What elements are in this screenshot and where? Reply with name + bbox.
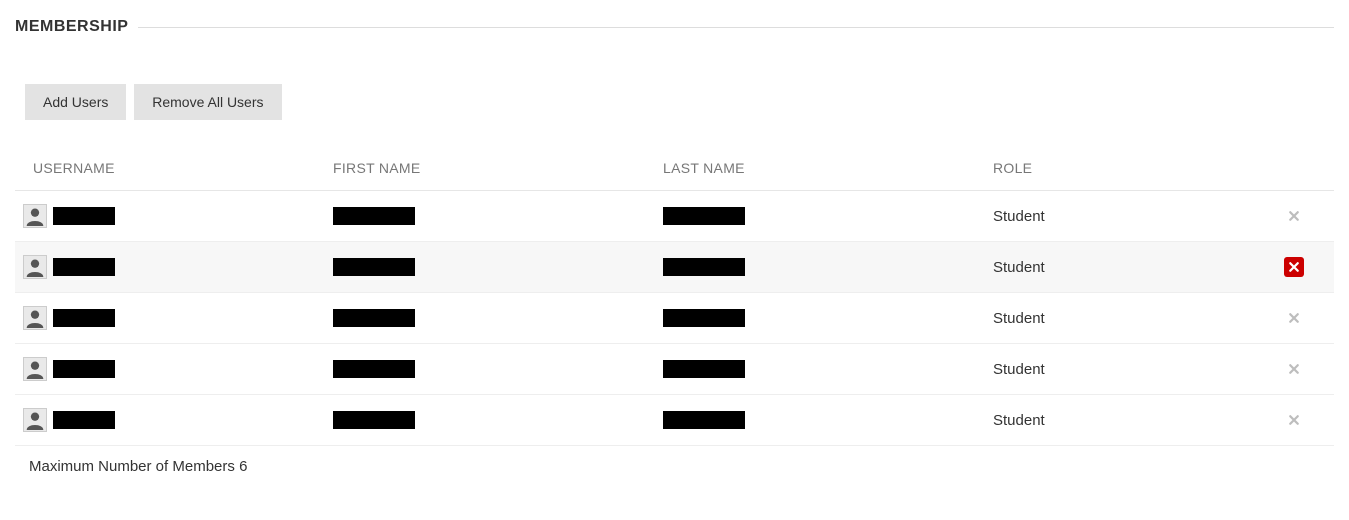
cell-username xyxy=(15,344,325,395)
username-value xyxy=(53,207,115,225)
cell-action xyxy=(1254,191,1334,242)
first-name-value xyxy=(333,207,415,225)
table-row: Student xyxy=(15,191,1334,242)
first-name-value xyxy=(333,258,415,276)
first-name-value xyxy=(333,360,415,378)
cell-role: Student xyxy=(985,242,1254,293)
remove-all-users-button[interactable]: Remove All Users xyxy=(134,84,281,120)
role-value: Student xyxy=(993,259,1045,276)
cell-last-name xyxy=(655,293,985,344)
cell-action xyxy=(1254,395,1334,446)
cell-last-name xyxy=(655,344,985,395)
role-value: Student xyxy=(993,412,1045,429)
username-value xyxy=(53,258,115,276)
column-header-action xyxy=(1254,148,1334,191)
first-name-value xyxy=(333,309,415,327)
cell-first-name xyxy=(325,191,655,242)
cell-username xyxy=(15,395,325,446)
cell-action xyxy=(1254,344,1334,395)
column-header-last-name[interactable]: LAST NAME xyxy=(655,148,985,191)
add-users-button[interactable]: Add Users xyxy=(25,84,126,120)
last-name-value xyxy=(663,360,745,378)
cell-action xyxy=(1254,242,1334,293)
table-row: Student xyxy=(15,293,1334,344)
last-name-value xyxy=(663,258,745,276)
column-header-role[interactable]: ROLE xyxy=(985,148,1254,191)
remove-user-icon[interactable] xyxy=(1284,206,1304,226)
remove-user-icon[interactable] xyxy=(1284,308,1304,328)
table-row: Student xyxy=(15,395,1334,446)
button-row: Add Users Remove All Users xyxy=(25,84,1334,120)
role-value: Student xyxy=(993,208,1045,225)
username-value xyxy=(53,360,115,378)
cell-username xyxy=(15,242,325,293)
username-value xyxy=(53,411,115,429)
remove-user-icon[interactable] xyxy=(1284,359,1304,379)
cell-role: Student xyxy=(985,395,1254,446)
cell-last-name xyxy=(655,191,985,242)
section-title: MEMBERSHIP xyxy=(15,18,138,36)
max-members-label: Maximum Number of Members xyxy=(29,458,235,475)
cell-last-name xyxy=(655,242,985,293)
avatar xyxy=(23,204,47,228)
username-value xyxy=(53,309,115,327)
table-row: Student xyxy=(15,344,1334,395)
cell-action xyxy=(1254,293,1334,344)
cell-first-name xyxy=(325,344,655,395)
cell-username xyxy=(15,191,325,242)
cell-role: Student xyxy=(985,344,1254,395)
first-name-value xyxy=(333,411,415,429)
column-header-first-name[interactable]: FIRST NAME xyxy=(325,148,655,191)
table-row: Student xyxy=(15,242,1334,293)
members-table: USERNAME FIRST NAME LAST NAME ROLE Stude… xyxy=(15,148,1334,446)
last-name-value xyxy=(663,309,745,327)
column-header-username[interactable]: USERNAME xyxy=(15,148,325,191)
max-members-note: Maximum Number of Members 6 xyxy=(29,458,1334,475)
cell-role: Student xyxy=(985,293,1254,344)
cell-first-name xyxy=(325,395,655,446)
role-value: Student xyxy=(993,310,1045,327)
avatar xyxy=(23,408,47,432)
max-members-value: 6 xyxy=(239,458,247,475)
last-name-value xyxy=(663,411,745,429)
cell-last-name xyxy=(655,395,985,446)
cell-role: Student xyxy=(985,191,1254,242)
avatar xyxy=(23,357,47,381)
cell-first-name xyxy=(325,293,655,344)
cell-first-name xyxy=(325,242,655,293)
remove-user-icon[interactable] xyxy=(1284,410,1304,430)
section-rule xyxy=(138,27,1334,28)
avatar xyxy=(23,255,47,279)
last-name-value xyxy=(663,207,745,225)
cell-username xyxy=(15,293,325,344)
avatar xyxy=(23,306,47,330)
remove-user-icon[interactable] xyxy=(1284,257,1304,277)
section-header: MEMBERSHIP xyxy=(15,18,1334,36)
role-value: Student xyxy=(993,361,1045,378)
